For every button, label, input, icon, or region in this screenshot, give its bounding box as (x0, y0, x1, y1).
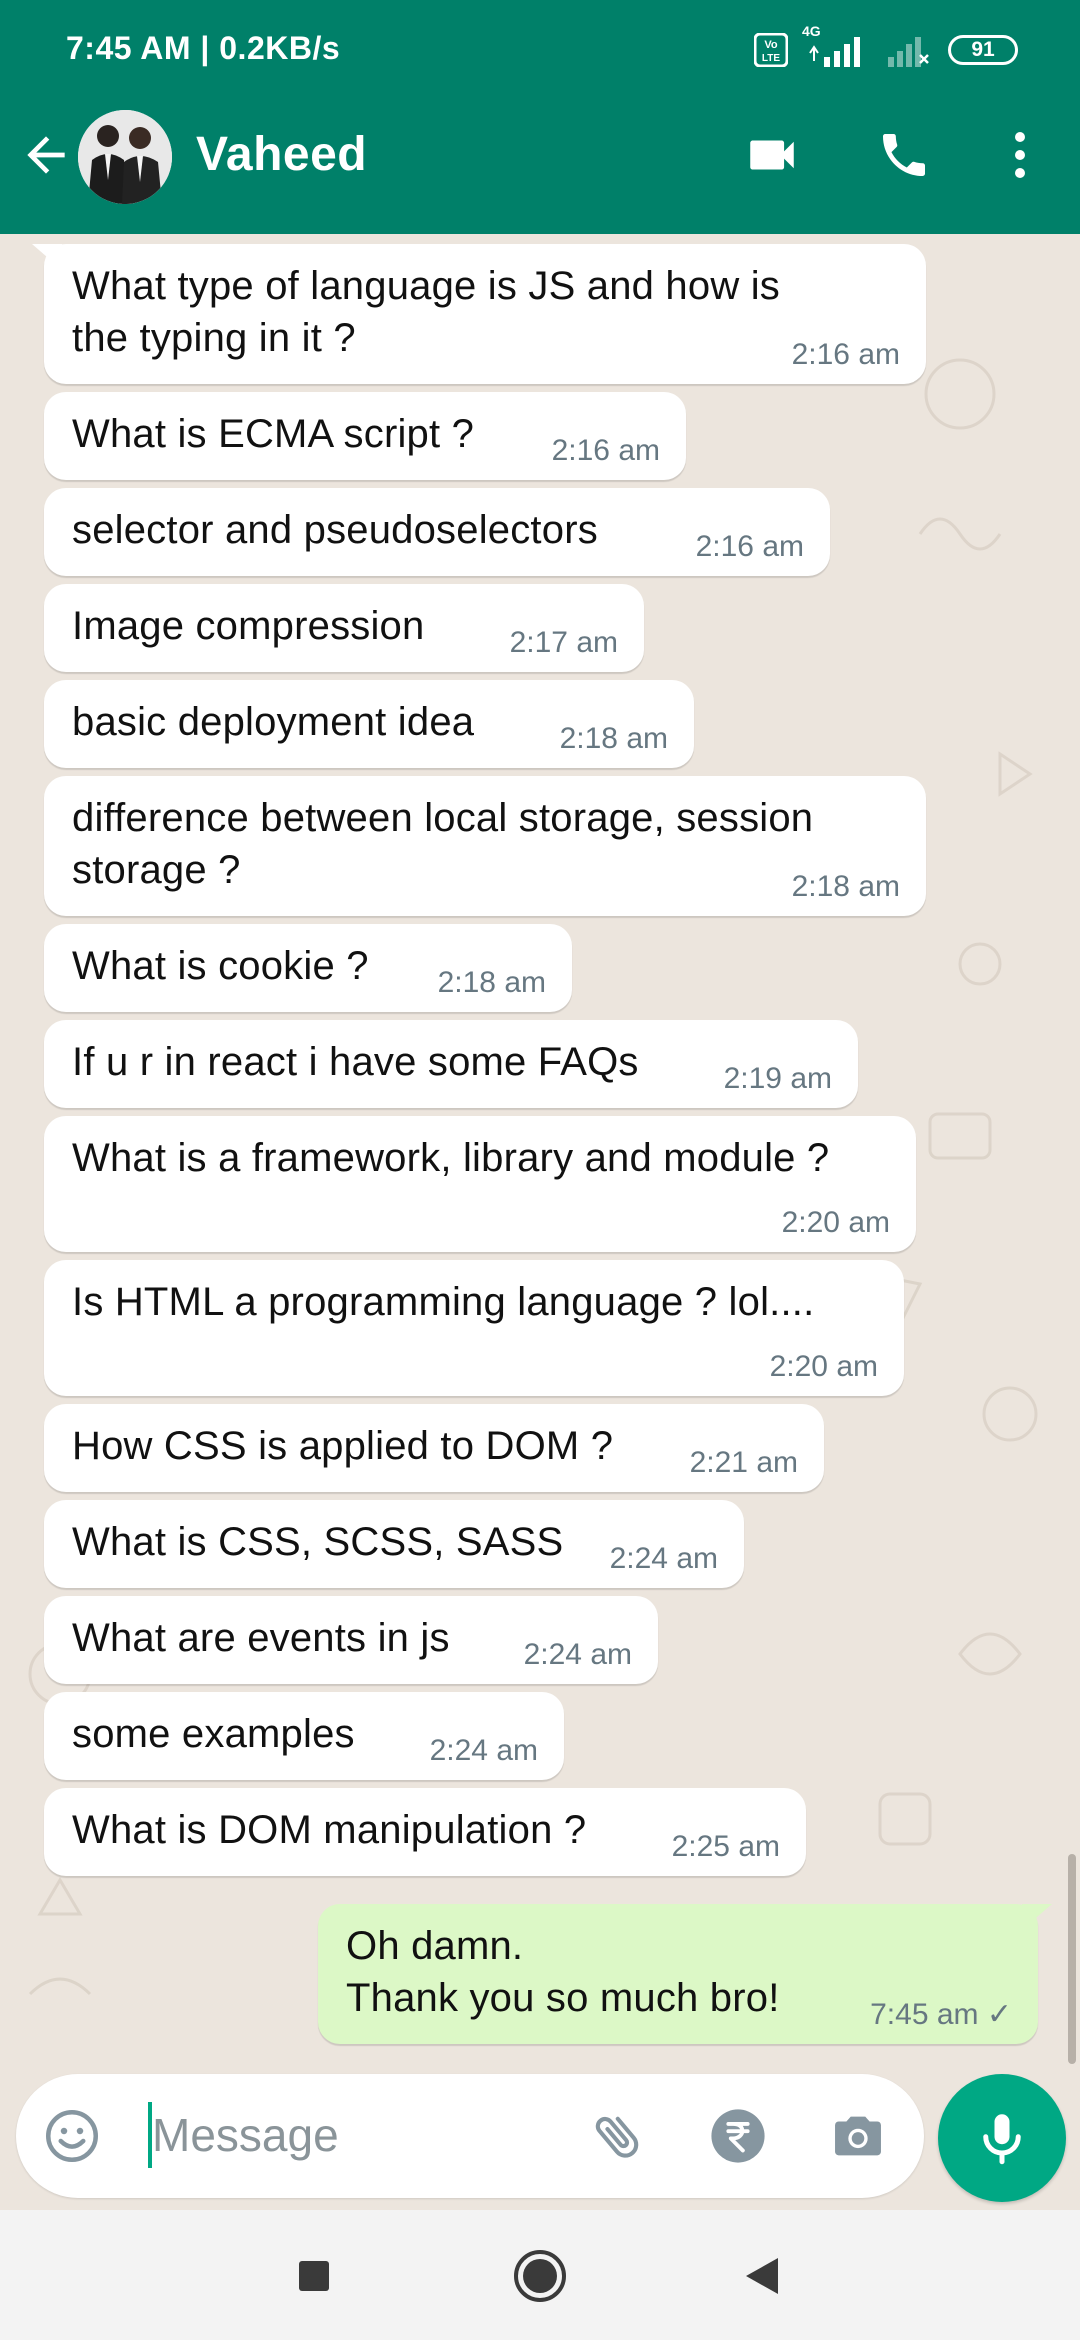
status-bar: 7:45 AM | 0.2KB/s Vo LTE 4G 91 (0, 0, 1080, 100)
message-text: Oh damn. Thank you so much bro! (346, 1924, 780, 2020)
message-time: 7:45 am ✓ (870, 1998, 1012, 2031)
message-bubble[interactable]: selector and pseudoselectors 2:16 am (44, 488, 830, 576)
message-input[interactable] (136, 2102, 576, 2168)
message-text: If u r in react i have some FAQs (72, 1040, 639, 1084)
message-time: 2:18 am (437, 966, 546, 999)
attach-icon[interactable] (588, 2106, 648, 2166)
message-bubble[interactable]: What is cookie ? 2:18 am (44, 924, 572, 1012)
message-time: 2:18 am (791, 870, 900, 903)
message-text: What is DOM manipulation ? (72, 1808, 587, 1852)
message-bubble[interactable]: Image compression 2:17 am (44, 584, 644, 672)
message-time: 2:16 am (791, 338, 900, 371)
back-triangle-icon[interactable] (730, 2244, 794, 2308)
battery-icon: 91 (948, 35, 1018, 65)
system-nav-bar (0, 2210, 1080, 2340)
app-bar: Vaheed (0, 100, 1080, 234)
message-bubble[interactable]: If u r in react i have some FAQs 2:19 am (44, 1020, 858, 1108)
message-text: How CSS is applied to DOM ? (72, 1424, 614, 1468)
signal-4g-icon: 4G (802, 23, 868, 67)
message-time: 2:16 am (551, 434, 660, 467)
message-time: 2:24 am (429, 1734, 538, 1767)
network-type-label: 4G (802, 23, 821, 39)
message-bubble[interactable]: What are events in js 2:24 am (44, 1596, 658, 1684)
status-icons: Vo LTE 4G 91 (754, 23, 1018, 70)
text-caret (148, 2102, 152, 2168)
message-time: 2:20 am (781, 1206, 890, 1239)
svg-text:Vo: Vo (764, 39, 778, 51)
message-text: What is a framework, library and module … (72, 1136, 830, 1180)
message-bubble[interactable]: What is a framework, library and module … (44, 1116, 916, 1252)
message-bubble[interactable]: What is ECMA script ? 2:16 am (44, 392, 686, 480)
message-time: 2:24 am (523, 1638, 632, 1671)
bubble-tail (32, 244, 62, 270)
scrollbar[interactable] (1068, 1854, 1076, 2064)
message-text: What type of language is JS and how is t… (72, 264, 781, 360)
composer-bar (0, 2074, 1080, 2210)
message-text: Image compression (72, 604, 425, 648)
more-options-icon[interactable] (1000, 127, 1040, 183)
message-bubble[interactable]: What type of language is JS and how is t… (32, 244, 926, 384)
message-text: basic deployment idea (72, 700, 475, 744)
message-time: 2:17 am (509, 626, 618, 659)
message-text: selector and pseudoselectors (72, 508, 598, 552)
message-time: 2:18 am (559, 722, 668, 755)
message-time: 2:21 am (689, 1446, 798, 1479)
message-input-pill (16, 2074, 924, 2198)
message-text: difference between local storage, sessio… (72, 796, 814, 892)
message-time: 2:20 am (769, 1350, 878, 1383)
volte-icon: Vo LTE (754, 33, 788, 67)
message-bubble[interactable]: How CSS is applied to DOM ? 2:21 am (44, 1404, 824, 1492)
message-time: 2:16 am (695, 530, 804, 563)
rupee-payment-icon[interactable] (708, 2106, 768, 2166)
message-bubble[interactable]: What is DOM manipulation ? 2:25 am (44, 1788, 806, 1876)
bubble-tail (1022, 1904, 1052, 1930)
camera-icon[interactable] (828, 2106, 888, 2166)
video-call-icon[interactable] (742, 127, 802, 183)
back-arrow-icon[interactable] (18, 127, 74, 183)
message-bubble[interactable]: some examples 2:24 am (44, 1692, 564, 1780)
contact-name[interactable]: Vaheed (196, 127, 367, 182)
signal-sim2-icon (886, 33, 930, 67)
message-bubble[interactable]: difference between local storage, sessio… (44, 776, 926, 916)
message-text: some examples (72, 1712, 355, 1756)
message-bubble[interactable]: What is CSS, SCSS, SASS 2:24 am (44, 1500, 744, 1588)
message-bubble[interactable]: Is HTML a programming language ? lol....… (44, 1260, 904, 1396)
voice-call-icon[interactable] (874, 127, 934, 183)
message-text: Is HTML a programming language ? lol.... (72, 1280, 815, 1324)
message-text: What is CSS, SCSS, SASS (72, 1520, 564, 1564)
status-time: 7:45 AM | 0.2KB/s (66, 30, 341, 66)
home-circle-icon[interactable] (508, 2244, 572, 2308)
message-bubble[interactable]: basic deployment idea 2:18 am (44, 680, 694, 768)
message-bubble-sent[interactable]: Oh damn. Thank you so much bro! 7:45 am … (318, 1904, 1052, 2044)
avatar[interactable] (78, 110, 172, 204)
emoji-icon[interactable] (42, 2106, 102, 2166)
message-time: 2:19 am (723, 1062, 832, 1095)
message-text: What is ECMA script ? (72, 412, 475, 456)
message-list[interactable]: What type of language is JS and how is t… (0, 234, 1080, 2074)
message-text: What are events in js (72, 1616, 450, 1660)
message-text: What is cookie ? (72, 944, 369, 988)
svg-text:LTE: LTE (762, 53, 780, 64)
recents-square-icon[interactable] (282, 2244, 346, 2308)
message-time: 2:25 am (671, 1830, 780, 1863)
chat-header: 7:45 AM | 0.2KB/s Vo LTE 4G 91 Vaheed (0, 0, 1080, 234)
mic-icon[interactable] (938, 2074, 1066, 2202)
message-time: 2:24 am (609, 1542, 718, 1575)
